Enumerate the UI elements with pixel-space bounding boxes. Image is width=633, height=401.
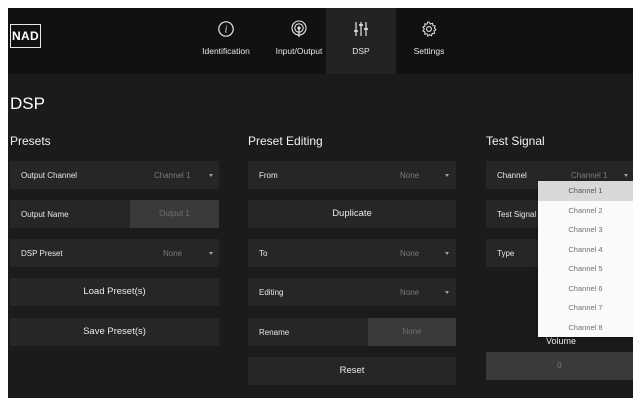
tab-input-output[interactable]: Input/Output [263,8,335,74]
dropdown-option[interactable]: Channel 7 [538,298,633,318]
tab-settings-label: Settings [413,46,445,56]
to-select[interactable]: To None [248,239,456,267]
nad-logo: NAD [10,24,41,48]
tab-dsp[interactable]: DSP [326,8,396,74]
rename-input[interactable]: None [368,318,456,346]
tab-identification-label: Identification [202,46,250,56]
gear-icon [422,21,437,37]
editing-label: Editing [259,288,284,297]
dropdown-option[interactable]: Channel 1 [538,181,633,201]
output-channel-label: Output Channel [21,171,78,180]
chevron-down-icon [445,291,449,294]
preset-editing-section-title: Preset Editing [248,134,323,148]
from-value: None [400,171,420,180]
signal-icon [291,20,307,37]
dropdown-option[interactable]: Channel 5 [538,259,633,279]
output-name-label: Output Name [21,210,69,219]
editing-select[interactable]: Editing None [248,278,456,306]
chevron-down-icon [209,174,213,177]
chevron-down-icon [445,252,449,255]
equalizer-icon [354,22,368,36]
to-label: To [259,249,268,258]
chevron-down-icon [624,174,628,177]
top-navigation-bar: NAD i Identification Input/Output DSP Se… [8,8,633,74]
chevron-down-icon [445,174,449,177]
dropdown-option[interactable]: Channel 2 [538,201,633,221]
dsp-preset-label: DSP Preset [21,249,63,258]
dsp-preset-select[interactable]: DSP Preset None [10,239,219,267]
volume-input[interactable]: 0 [486,352,633,380]
dropdown-option[interactable]: Channel 3 [538,220,633,240]
type-label: Type [497,249,515,258]
svg-text:i: i [225,25,228,36]
rename-label: Rename [259,328,290,337]
dropdown-option[interactable]: Channel 8 [538,318,633,338]
test-signal-section-title: Test Signal [486,134,545,148]
tab-dsp-label: DSP [352,46,370,56]
presets-section-title: Presets [10,134,51,148]
rename-row: Rename None [248,318,456,346]
dropdown-option[interactable]: Channel 6 [538,279,633,299]
output-channel-value: Channel 1 [154,171,191,180]
info-icon: i [218,21,234,37]
chevron-down-icon [209,252,213,255]
test-signal-label: Test Signal [497,210,537,219]
tab-settings[interactable]: Settings [398,8,460,74]
load-presets-button[interactable]: Load Preset(s) [10,278,219,306]
dsp-preset-value: None [163,249,183,258]
save-presets-button[interactable]: Save Preset(s) [10,318,219,346]
channel-value: Channel 1 [571,171,608,180]
output-name-input[interactable]: Output 1 [130,200,219,228]
duplicate-button[interactable]: Duplicate [248,200,456,228]
tab-identification[interactable]: i Identification [191,8,261,74]
volume-label: Volume [545,336,577,346]
channel-dropdown-menu: Channel 1 Channel 2 Channel 3 Channel 4 … [538,181,633,337]
output-name-row: Output Name Output 1 [10,200,219,228]
output-channel-select[interactable]: Output Channel Channel 1 [10,161,219,189]
reset-button[interactable]: Reset [248,357,456,385]
editing-value: None [400,288,420,297]
from-select[interactable]: From None [248,161,456,189]
to-value: None [400,249,420,258]
from-label: From [259,171,278,180]
dropdown-option[interactable]: Channel 4 [538,240,633,260]
tab-input-output-label: Input/Output [275,46,323,56]
channel-label: Channel [497,171,527,180]
page-title: DSP [10,94,45,113]
